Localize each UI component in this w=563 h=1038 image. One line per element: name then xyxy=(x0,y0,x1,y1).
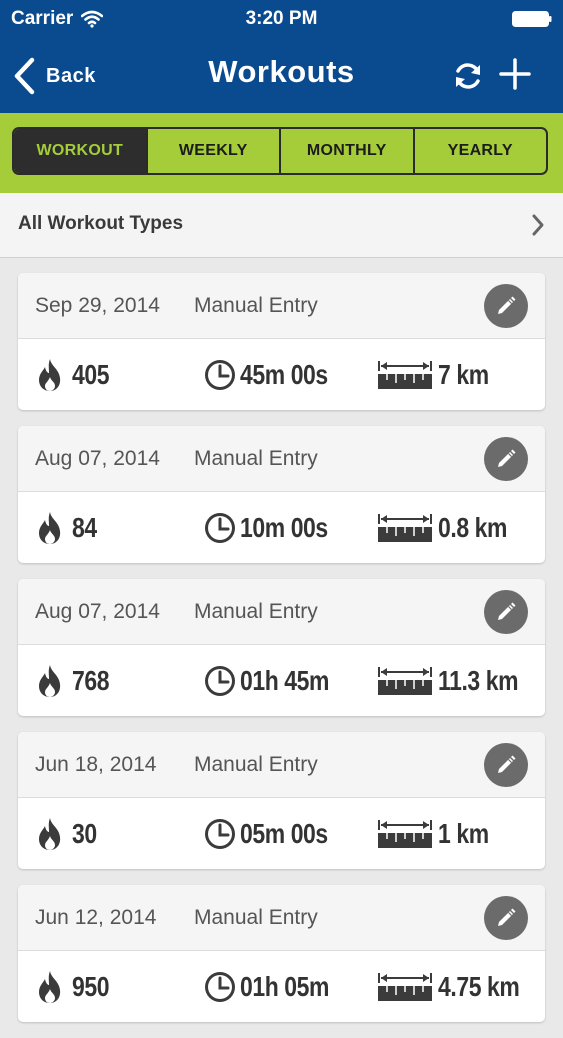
status-bar: Carrier 3:20 PM xyxy=(0,0,563,38)
pencil-icon xyxy=(498,908,516,926)
workout-card-header: Aug 07, 2014 Manual Entry xyxy=(18,579,545,645)
duration-value: 01h 05m xyxy=(240,971,330,1002)
pencil-icon xyxy=(498,449,516,467)
refresh-icon[interactable] xyxy=(452,60,484,92)
edit-button[interactable] xyxy=(484,896,528,940)
duration-stat: 10m 00s xyxy=(204,510,347,546)
segment-monthly[interactable]: MONTHLY xyxy=(279,129,413,173)
calories-stat: 768 xyxy=(36,663,117,699)
duration-value: 05m 00s xyxy=(240,818,328,849)
workout-card-header: Aug 07, 2014 Manual Entry xyxy=(18,426,545,492)
calories-stat: 30 xyxy=(36,816,102,852)
flame-icon xyxy=(39,971,61,1003)
workout-date: Jun 12, 2014 xyxy=(35,906,157,929)
filter-label: All Workout Types xyxy=(18,213,184,234)
duration-stat: 05m 00s xyxy=(204,816,347,852)
duration-stat: 01h 45m xyxy=(204,663,349,699)
ruler-icon xyxy=(378,820,432,848)
segment-workout[interactable]: WORKOUT xyxy=(14,129,146,173)
workout-date: Aug 07, 2014 xyxy=(35,600,160,623)
ruler-icon xyxy=(378,667,432,695)
app-header: Carrier 3:20 PM Back Workouts xyxy=(0,0,563,113)
workout-source: Manual Entry xyxy=(194,600,318,623)
calories-value: 84 xyxy=(72,512,97,543)
distance-value: 1 km xyxy=(438,818,489,849)
distance-value: 11.3 km xyxy=(438,665,519,696)
workout-date: Sep 29, 2014 xyxy=(35,294,160,317)
edit-button[interactable] xyxy=(484,284,528,328)
clock-icon xyxy=(205,666,235,696)
segment-bar: WORKOUT WEEKLY MONTHLY YEARLY xyxy=(0,113,563,193)
distance-stat: 7 km xyxy=(378,357,500,393)
workout-date: Aug 07, 2014 xyxy=(35,447,160,470)
workout-source: Manual Entry xyxy=(194,753,318,776)
flame-icon xyxy=(39,512,61,544)
flame-icon xyxy=(39,359,61,391)
workout-list: Sep 29, 2014 Manual Entry 405 45m 00s 7 … xyxy=(18,273,545,1038)
clock-icon xyxy=(205,972,235,1002)
workout-card[interactable]: Jun 12, 2014 Manual Entry 950 01h 05m 4.… xyxy=(18,885,545,1022)
clock-icon xyxy=(205,819,235,849)
segment-weekly[interactable]: WEEKLY xyxy=(145,129,280,173)
duration-value: 10m 00s xyxy=(240,512,328,543)
distance-stat: 1 km xyxy=(378,816,500,852)
clock-icon xyxy=(205,513,235,543)
calories-stat: 84 xyxy=(36,510,102,546)
duration-value: 01h 45m xyxy=(240,665,330,696)
workout-source: Manual Entry xyxy=(194,906,318,929)
workout-card-header: Sep 29, 2014 Manual Entry xyxy=(18,273,545,339)
flame-icon xyxy=(39,818,61,850)
workout-date: Jun 18, 2014 xyxy=(35,753,157,776)
calories-value: 768 xyxy=(72,665,110,696)
calories-value: 30 xyxy=(72,818,97,849)
distance-value: 7 km xyxy=(438,359,489,390)
distance-value: 0.8 km xyxy=(438,512,508,543)
calories-stat: 405 xyxy=(36,357,117,393)
distance-stat: 11.3 km xyxy=(378,663,536,699)
workout-card[interactable]: Aug 07, 2014 Manual Entry 84 10m 00s 0.8… xyxy=(18,426,545,563)
workout-source: Manual Entry xyxy=(194,294,318,317)
navigation-bar: Back Workouts xyxy=(0,40,563,113)
distance-value: 4.75 km xyxy=(438,971,520,1002)
edit-button[interactable] xyxy=(484,590,528,634)
pencil-icon xyxy=(498,755,516,773)
workout-source: Manual Entry xyxy=(194,447,318,470)
ruler-icon xyxy=(378,973,432,1001)
ruler-icon xyxy=(378,514,432,542)
edit-button[interactable] xyxy=(484,437,528,481)
segment-yearly[interactable]: YEARLY xyxy=(412,129,547,173)
workout-type-filter[interactable]: All Workout Types xyxy=(0,193,563,258)
workout-card[interactable]: Sep 29, 2014 Manual Entry 405 45m 00s 7 … xyxy=(18,273,545,410)
workout-card-header: Jun 12, 2014 Manual Entry xyxy=(18,885,545,951)
ruler-icon xyxy=(378,361,432,389)
pencil-icon xyxy=(498,296,516,314)
edit-button[interactable] xyxy=(484,743,528,787)
chevron-right-icon xyxy=(532,214,544,236)
clock-icon xyxy=(205,360,235,390)
workout-card[interactable]: Aug 07, 2014 Manual Entry 768 01h 45m 11… xyxy=(18,579,545,716)
calories-value: 950 xyxy=(72,971,110,1002)
battery-icon xyxy=(512,11,552,27)
duration-value: 45m 00s xyxy=(240,359,328,390)
workout-card[interactable]: Jun 18, 2014 Manual Entry 30 05m 00s 1 k… xyxy=(18,732,545,869)
period-segmented-control: WORKOUT WEEKLY MONTHLY YEARLY xyxy=(12,127,548,175)
flame-icon xyxy=(39,665,61,697)
distance-stat: 0.8 km xyxy=(378,510,522,546)
pencil-icon xyxy=(498,602,516,620)
calories-value: 405 xyxy=(72,359,110,390)
status-time: 3:20 PM xyxy=(245,8,318,29)
duration-stat: 45m 00s xyxy=(204,357,347,393)
plus-icon[interactable] xyxy=(498,57,532,91)
workout-card-header: Jun 18, 2014 Manual Entry xyxy=(18,732,545,798)
